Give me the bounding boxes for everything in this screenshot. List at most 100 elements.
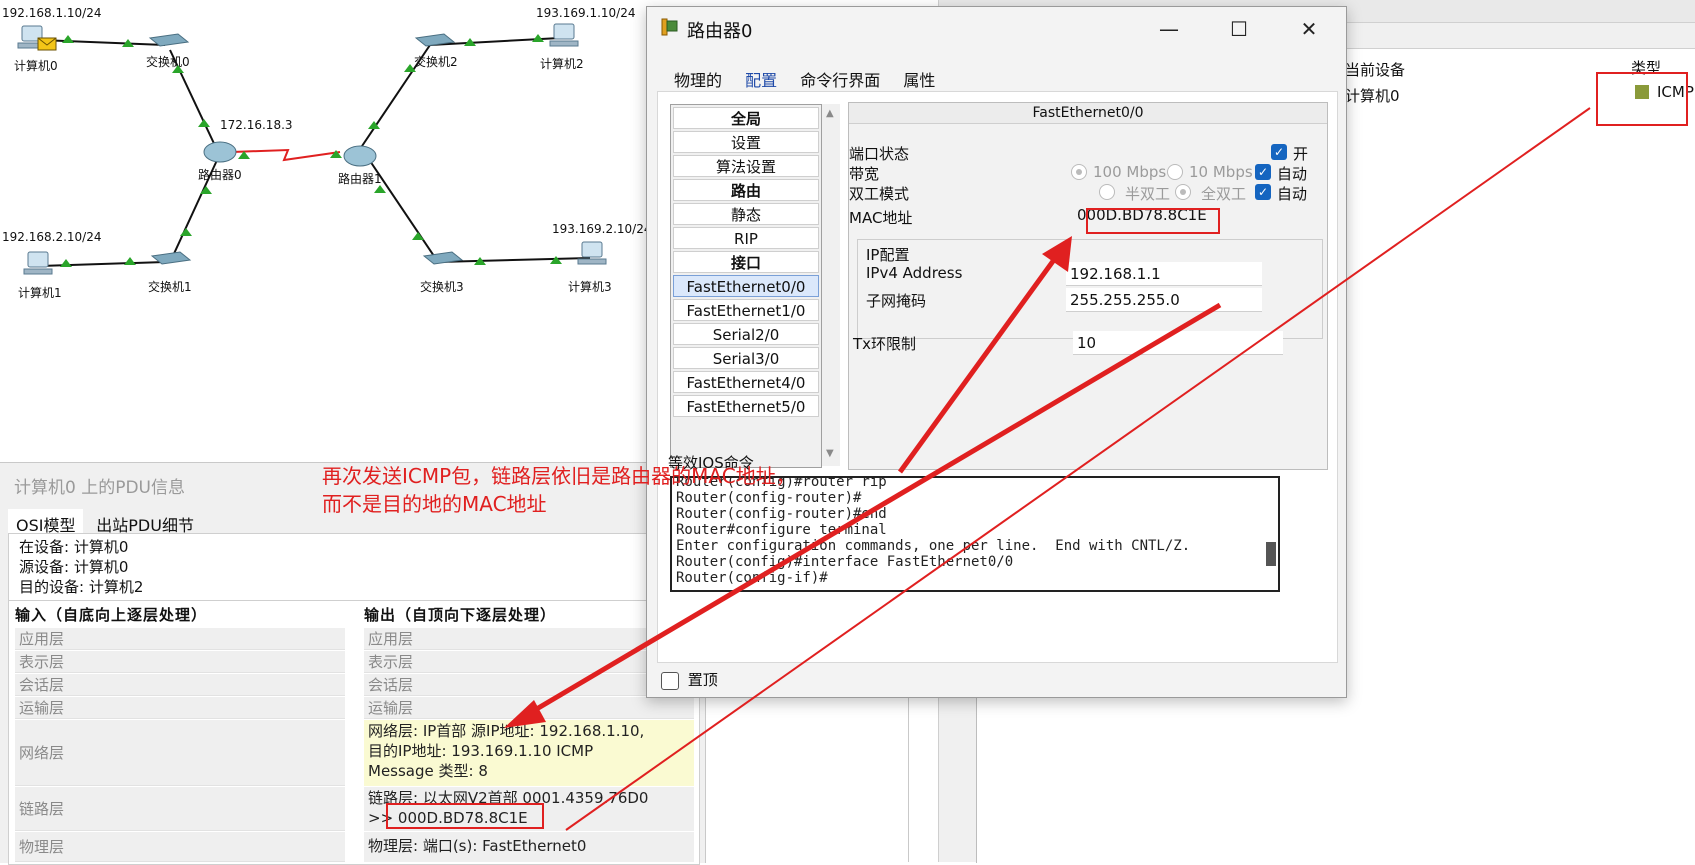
ios-line: Router(config-if)# — [676, 570, 828, 586]
ip-label-pc2: 193.169.1.10/24 — [536, 6, 636, 20]
nav-fastethernet0-0[interactable]: FastEthernet0/0 — [673, 275, 819, 297]
full-duplex-label: 全双工 — [1201, 185, 1247, 203]
nav-fastethernet5-0[interactable]: FastEthernet5/0 — [673, 395, 819, 417]
subnet-mask-label: 子网掩码 — [866, 292, 927, 310]
out-layer-network[interactable]: 网络层: IP首部 源IP地址: 192.168.1.10, 目的IP地址: 1… — [364, 720, 694, 786]
highlight-box-icmp — [1596, 72, 1688, 126]
full-duplex-radio[interactable] — [1175, 184, 1191, 200]
ip-config-label: IP配置 — [866, 246, 910, 264]
device-label-pc0[interactable]: 计算机0 — [14, 57, 58, 74]
source-device: 源设备: 计算机0 — [19, 558, 129, 576]
device-label-pc2[interactable]: 计算机2 — [540, 55, 584, 72]
duplex-auto-label: 自动 — [1277, 185, 1308, 203]
column-header-current-device: 当前设备 — [1345, 61, 1406, 79]
out-network-line: 网络层: IP首部 源IP地址: 192.168.1.10, — [368, 722, 645, 740]
nav-serial3-0[interactable]: Serial3/0 — [673, 347, 819, 369]
subnet-mask-input[interactable]: 255.255.255.0 — [1066, 288, 1262, 312]
mac-label: MAC地址 — [849, 209, 913, 227]
out-layer-transport: 运输层 — [364, 697, 694, 719]
ipv4-input[interactable]: 192.168.1.1 — [1066, 262, 1262, 286]
in-layer-session: 会话层 — [15, 674, 345, 696]
bw-100-radio[interactable] — [1071, 164, 1087, 180]
divider — [9, 600, 699, 601]
device-label-r1[interactable]: 路由器1 — [338, 170, 382, 187]
port-light — [200, 186, 212, 194]
ip-label-router0: 172.16.18.3 — [220, 118, 293, 132]
out-network-line: Message 类型: 8 — [368, 762, 488, 780]
dest-device: 目的设备: 计算机2 — [19, 578, 144, 596]
pdu-title: 计算机0 上的PDU信息 — [14, 478, 186, 498]
port-light — [60, 259, 72, 267]
in-layer-transport: 运输层 — [15, 697, 345, 719]
device-label-sw3[interactable]: 交换机3 — [420, 278, 464, 295]
pc2-icon — [549, 23, 579, 47]
nav-static[interactable]: 静态 — [673, 203, 819, 225]
always-on-top[interactable]: 置顶 — [661, 669, 718, 690]
device-label-pc3[interactable]: 计算机3 — [568, 278, 612, 295]
ios-scrollbar[interactable] — [1264, 476, 1280, 592]
device-label-r0[interactable]: 路由器0 — [198, 166, 242, 183]
annotation-line: 而不是目的地的MAC地址 — [322, 492, 547, 516]
pc3-icon — [577, 241, 607, 265]
event-row-device[interactable]: 计算机0 — [1345, 85, 1400, 106]
panel-title: FastEthernet0/0 — [849, 103, 1327, 124]
link-pc1-sw1 — [39, 261, 166, 267]
nav-settings[interactable]: 设置 — [673, 131, 819, 153]
half-duplex-radio[interactable] — [1099, 184, 1115, 200]
port-light — [198, 119, 210, 127]
ios-line: Enter configuration commands, one per li… — [676, 538, 1191, 554]
port-light — [180, 228, 192, 236]
ios-line: Router(config)#interface FastEthernet0/0 — [676, 554, 1014, 570]
in-layer-physical: 物理层 — [15, 832, 345, 862]
router-app-icon — [661, 18, 678, 36]
ipv4-label: IPv4 Address — [866, 264, 963, 282]
nav-fastethernet4-0[interactable]: FastEthernet4/0 — [673, 371, 819, 393]
bw-10-label: 10 Mbps — [1189, 163, 1253, 181]
config-body: 全局 设置 算法设置 路由 静态 RIP 接口 FastEthernet0/0 … — [657, 91, 1338, 663]
close-button[interactable]: ✕ — [1289, 15, 1329, 43]
dialog-title: 路由器0 — [687, 21, 753, 42]
bw-100-label: 100 Mbps — [1093, 163, 1167, 181]
tx-ring-input[interactable]: 10 — [1073, 331, 1283, 355]
highlight-box-mac — [1086, 208, 1220, 234]
bw-auto-label: 自动 — [1277, 165, 1308, 183]
in-layer-presentation: 表示层 — [15, 651, 345, 673]
device-label-pc1[interactable]: 计算机1 — [18, 284, 62, 301]
in-header: 输入（自底向上逐层处理） — [15, 606, 208, 624]
duplex-auto-checkbox[interactable]: ✓ — [1255, 184, 1271, 200]
always-on-top-checkbox[interactable] — [661, 671, 679, 690]
ios-scroll-thumb[interactable] — [1266, 542, 1276, 566]
device-label-sw0[interactable]: 交换机0 — [146, 53, 190, 70]
out-network-line: 目的IP地址: 193.169.1.10 ICMP — [368, 742, 594, 760]
nav-fastethernet1-0[interactable]: FastEthernet1/0 — [673, 299, 819, 321]
out-layer-presentation: 表示层 — [364, 651, 694, 673]
minimize-button[interactable]: — — [1149, 15, 1189, 43]
device-label-sw2[interactable]: 交换机2 — [414, 53, 458, 70]
scroll-down-icon[interactable]: ▼ — [826, 448, 834, 459]
bw-10-radio[interactable] — [1167, 164, 1183, 180]
nav-routing[interactable]: 路由 — [673, 179, 819, 201]
bw-auto-checkbox[interactable]: ✓ — [1255, 164, 1271, 180]
nav-algorithm[interactable]: 算法设置 — [673, 155, 819, 177]
port-light — [62, 35, 74, 43]
scroll-up-icon[interactable]: ▲ — [826, 108, 834, 119]
in-layer-link: 链路层 — [15, 787, 345, 831]
nav-rip[interactable]: RIP — [673, 227, 819, 249]
dialog-titlebar[interactable]: 路由器0 — ☐ ✕ — [647, 7, 1346, 51]
always-on-top-label: 置顶 — [687, 671, 718, 689]
device-label-sw1[interactable]: 交换机1 — [148, 278, 192, 295]
nav-scrollbar[interactable]: ▲ ▼ — [822, 104, 840, 466]
highlight-box-pdu-mac — [386, 803, 544, 829]
ip-label-pc0: 192.168.1.10/24 — [2, 6, 102, 20]
port-on-checkbox[interactable]: ✓ — [1271, 144, 1287, 160]
nav-global[interactable]: 全局 — [673, 107, 819, 129]
pc1-icon — [23, 251, 53, 275]
out-layer-physical[interactable]: 物理层: 端口(s): FastEthernet0 — [364, 832, 694, 862]
port-status-label: 端口状态 — [849, 145, 910, 163]
pdu-info-panel: 计算机0 上的PDU信息 OSI模型 出站PDU细节 在设备: 计算机0 源设备… — [0, 462, 706, 865]
ip-label-pc3: 193.169.2.10/24 — [552, 222, 652, 236]
ios-line: Router#configure terminal — [676, 522, 887, 538]
nav-interface[interactable]: 接口 — [673, 251, 819, 273]
maximize-button[interactable]: ☐ — [1219, 15, 1259, 43]
nav-serial2-0[interactable]: Serial2/0 — [673, 323, 819, 345]
